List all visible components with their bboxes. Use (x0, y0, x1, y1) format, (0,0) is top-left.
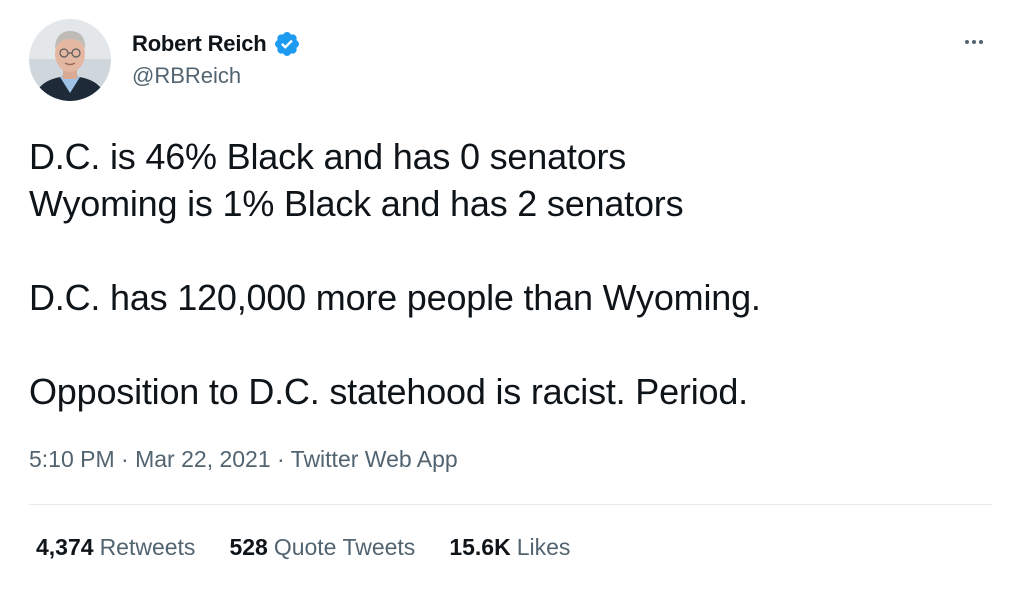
tweet-line: D.C. is 46% Black and has 0 senators (29, 136, 627, 177)
more-dot-icon (965, 40, 969, 44)
retweets-stat[interactable]: 4,374 Retweets (36, 534, 195, 561)
tweet-time: 5:10 PM (29, 446, 115, 472)
engagement-stats: 4,374 Retweets 528 Quote Tweets 15.6K Likes (36, 534, 604, 561)
avatar-photo-icon (29, 19, 111, 101)
likes-count: 15.6K (449, 534, 511, 560)
tweet-text: D.C. is 46% Black and has 0 senators Wyo… (29, 133, 761, 415)
retweets-label: Retweets (99, 534, 196, 560)
quote-tweets-count: 528 (229, 534, 268, 560)
tweet-date: Mar 22, 2021 (135, 446, 271, 472)
tweet-line: Opposition to D.C. statehood is racist. … (29, 371, 748, 412)
tweet-line: D.C. has 120,000 more people than Wyomin… (29, 277, 761, 318)
author-name-row[interactable]: Robert Reich (132, 28, 301, 60)
likes-label: Likes (516, 534, 571, 560)
likes-stat[interactable]: 15.6K Likes (449, 534, 570, 561)
author-handle[interactable]: @RBReich (132, 63, 241, 89)
more-dot-icon (979, 40, 983, 44)
tweet-card: Robert Reich @RBReich D.C. is 46% Black … (0, 0, 1024, 592)
tweet-line: Wyoming is 1% Black and has 2 senators (29, 183, 684, 224)
quote-tweets-stat[interactable]: 528 Quote Tweets (229, 534, 415, 561)
tweet-metadata: 5:10 PM · Mar 22, 2021 · Twitter Web App (29, 446, 458, 473)
author-display-name: Robert Reich (132, 31, 267, 56)
avatar[interactable] (29, 19, 111, 101)
verified-badge-icon (274, 32, 299, 56)
tweet-time-link[interactable]: 5:10 PM · Mar 22, 2021 (29, 446, 271, 472)
tweet-source-link[interactable]: Twitter Web App (291, 446, 458, 472)
more-options-button[interactable] (956, 28, 992, 56)
divider (29, 504, 992, 505)
quote-tweets-label: Quote Tweets (273, 534, 416, 560)
meta-separator: · (270, 446, 291, 472)
more-dot-icon (972, 40, 976, 44)
meta-separator: · (114, 446, 136, 472)
retweets-count: 4,374 (36, 534, 94, 560)
